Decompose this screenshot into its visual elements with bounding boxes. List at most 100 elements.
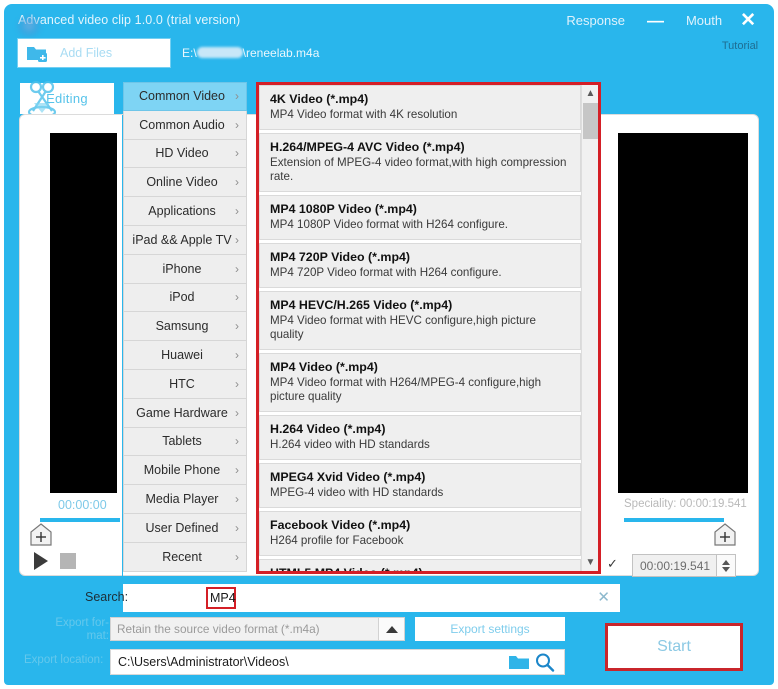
app-root: Advanced video clip 1.0.0 (trial version… xyxy=(0,0,778,689)
chevron-right-icon: › xyxy=(235,204,239,219)
redacted-path-segment xyxy=(196,47,243,58)
format-list-item[interactable]: MP4 720P Video (*.mp4) MP4 720P Video for… xyxy=(259,243,581,288)
format-list-item[interactable]: MP4 HEVC/H.265 Video (*.mp4) MP4 Video fo… xyxy=(259,291,581,350)
category-item[interactable]: Online Video › xyxy=(123,168,247,198)
title-bar: Advanced video clip 1.0.0 (trial version… xyxy=(4,4,774,38)
chevron-right-icon: › xyxy=(235,463,239,478)
format-list-item[interactable]: MP4 1080P Video (*.mp4) MP4 1080P Video f… xyxy=(259,195,581,240)
format-description: MP4 Video format with H264/MPEG-4 config… xyxy=(270,376,542,403)
category-item[interactable]: Recent › xyxy=(123,542,247,572)
category-item[interactable]: User Defined › xyxy=(123,513,247,543)
category-item[interactable]: HD Video › xyxy=(123,139,247,169)
category-item-label: iPhone xyxy=(162,261,202,276)
format-list-item[interactable]: MP4 Video (*.mp4) MP4 Video format with H… xyxy=(259,353,581,412)
category-item-label: Samsung xyxy=(155,319,209,334)
category-item[interactable]: iPad && Apple TV › xyxy=(123,225,247,255)
end-time-stepper[interactable]: 00:00:19.541 xyxy=(632,554,736,577)
add-files-button[interactable]: Add Files xyxy=(18,39,170,67)
category-item[interactable]: iPod › xyxy=(123,283,247,313)
format-list-scrollbar[interactable]: ▲ ▼ xyxy=(581,85,598,571)
category-item-label: Tablets xyxy=(162,434,202,449)
search-input[interactable]: MP4 xyxy=(206,587,236,609)
format-title: MPEG4 Xvid Video (*.mp4) xyxy=(270,470,426,484)
scroll-down-icon[interactable]: ▼ xyxy=(582,554,599,571)
chevron-right-icon: › xyxy=(235,434,239,449)
trim-end-handle-icon[interactable] xyxy=(712,522,738,548)
format-list-item[interactable]: H.264 Video (*.mp4) H.264 video with HD s… xyxy=(259,415,581,460)
category-item-label: Recent xyxy=(162,549,202,564)
format-title: 4K Video (*.mp4) xyxy=(270,92,369,106)
stepper-up-icon[interactable] xyxy=(722,559,730,565)
format-description: MP4 1080P Video format with H264 configu… xyxy=(270,218,509,231)
export-settings-button[interactable]: Export settings xyxy=(415,617,565,641)
format-title: MP4 1080P Video (*.mp4) xyxy=(270,202,417,216)
export-location-value: C:\Users\Administrator\Videos\ xyxy=(118,655,289,669)
format-list-item[interactable]: H.264/MPEG-4 AVC Video (*.mp4) Extension … xyxy=(259,133,581,192)
category-item[interactable]: Mobile Phone › xyxy=(123,456,247,486)
trim-start-handle-icon[interactable] xyxy=(28,522,54,548)
category-item[interactable]: Huawei › xyxy=(123,341,247,370)
chevron-right-icon: › xyxy=(235,319,239,334)
search-icon[interactable] xyxy=(534,652,556,672)
play-icon[interactable] xyxy=(34,552,48,570)
category-item-label: Media Player xyxy=(145,492,219,507)
export-format-select[interactable]: Retain the source video format (*.m4a) xyxy=(110,617,405,641)
search-label: Search: xyxy=(85,590,129,604)
format-list-item[interactable]: 4K Video (*.mp4) MP4 Video format with 4K… xyxy=(259,85,581,130)
minimize-button[interactable]: — xyxy=(637,12,674,29)
scroll-up-icon[interactable]: ▲ xyxy=(582,85,599,102)
app-title: Advanced video clip 1.0.0 (trial version… xyxy=(18,13,241,27)
format-description: MPEG-4 video with HD standards xyxy=(270,486,444,499)
category-item[interactable]: Applications › xyxy=(123,197,247,226)
category-item-label: HTC xyxy=(169,376,195,391)
category-item[interactable]: Media Player › xyxy=(123,485,247,514)
search-input-value: MP4 xyxy=(210,591,236,605)
format-description: MP4 Video format with 4K resolution xyxy=(270,108,458,121)
category-item[interactable]: Common Audio › xyxy=(123,110,247,140)
format-list-item[interactable]: HTML5 MP4 Video (*.mp4)H.264 video profi… xyxy=(259,559,581,571)
chevron-right-icon: › xyxy=(235,290,239,305)
export-location-field[interactable]: C:\Users\Administrator\Videos\ xyxy=(110,649,565,675)
start-button[interactable]: Start xyxy=(605,623,743,671)
format-list-item[interactable]: MPEG4 Xvid Video (*.mp4) MPEG-4 video wit… xyxy=(259,463,581,508)
category-item[interactable]: Common Video › xyxy=(123,82,247,111)
chevron-right-icon: › xyxy=(235,405,239,420)
clear-search-icon[interactable]: ✕ xyxy=(597,588,610,606)
folder-icon[interactable] xyxy=(508,653,530,671)
chevron-right-icon: › xyxy=(235,549,239,564)
category-item-label: Common Audio xyxy=(139,117,225,132)
category-item[interactable]: Samsung › xyxy=(123,312,247,342)
format-description: H.264 video with HD standards xyxy=(270,438,430,451)
end-time-spinner[interactable] xyxy=(716,555,735,576)
tab-editing[interactable]: Editing xyxy=(19,82,115,114)
chevron-right-icon: › xyxy=(235,146,239,161)
format-title: HTML5 MP4 Video (*.mp4) xyxy=(270,566,572,571)
timeline-track-right[interactable] xyxy=(624,518,724,522)
export-format-value: Retain the source video format (*.m4a) xyxy=(117,622,320,636)
mouth-button[interactable]: Mouth xyxy=(674,13,734,28)
end-time-value: 00:00:19.541 xyxy=(640,558,711,573)
chevron-right-icon: › xyxy=(235,117,239,132)
tutorial-link[interactable]: Tutorial xyxy=(720,40,760,52)
format-title: MP4 720P Video (*.mp4) xyxy=(270,250,411,264)
tab-editing-label: Editing xyxy=(46,91,88,106)
close-icon[interactable]: ✕ xyxy=(734,11,764,30)
category-item-label: Huawei xyxy=(161,348,203,363)
chevron-right-icon: › xyxy=(235,89,239,104)
format-title: MP4 Video (*.mp4) xyxy=(270,360,378,374)
response-button[interactable]: Response xyxy=(554,13,637,28)
chevron-up-icon[interactable] xyxy=(378,618,404,640)
stop-icon[interactable] xyxy=(60,553,76,569)
add-folder-icon xyxy=(26,43,48,63)
format-list-item[interactable]: Facebook Video (*.mp4) H264 profile for F… xyxy=(259,511,581,556)
blurred-logo-icon xyxy=(16,16,42,38)
chevron-right-icon: › xyxy=(235,261,239,276)
category-item[interactable]: HTC › xyxy=(123,369,247,399)
category-item[interactable]: Tablets › xyxy=(123,427,247,457)
category-item[interactable]: Game Hardware › xyxy=(123,398,247,428)
category-item-label: User Defined xyxy=(145,520,219,535)
category-item[interactable]: iPhone › xyxy=(123,254,247,284)
format-list[interactable]: 4K Video (*.mp4) MP4 Video format with 4K… xyxy=(259,85,581,571)
scrollbar-thumb[interactable] xyxy=(583,103,598,139)
stepper-down-icon[interactable] xyxy=(722,566,730,572)
